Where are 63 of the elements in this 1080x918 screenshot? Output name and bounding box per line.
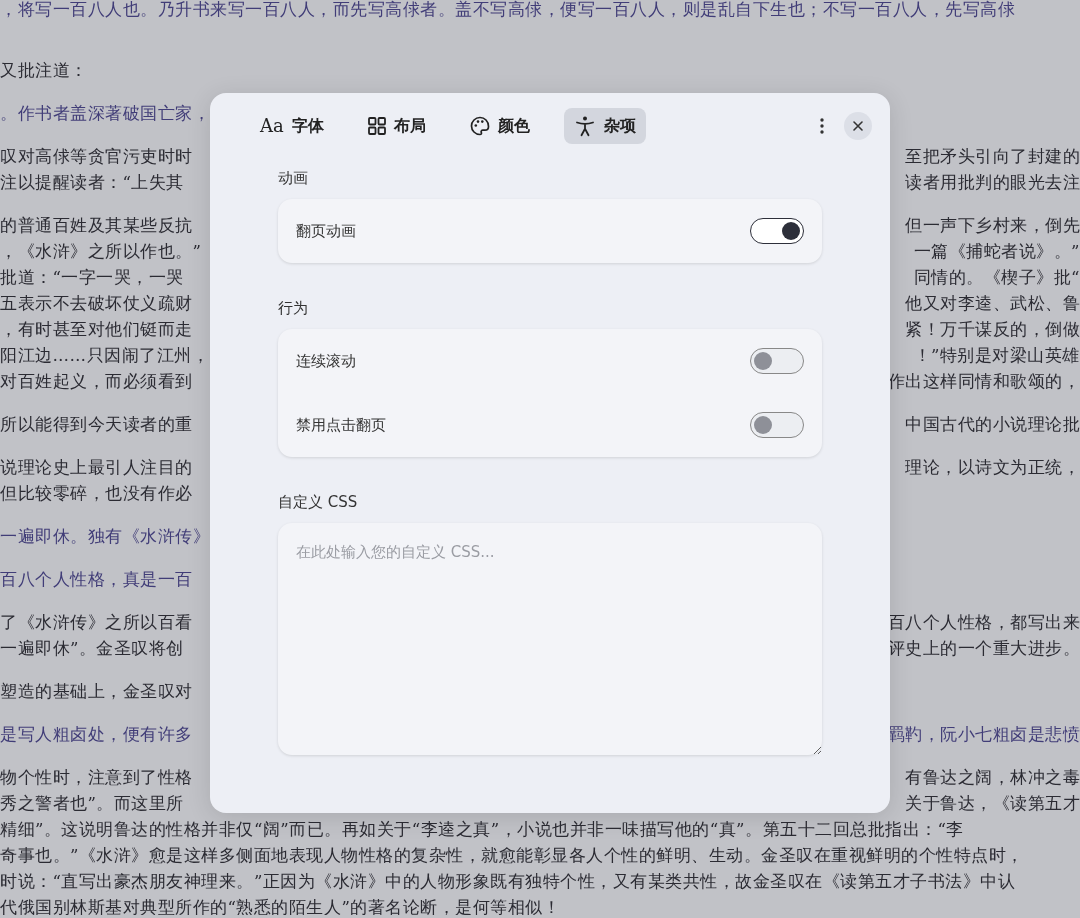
section-title: 动画 — [278, 168, 309, 189]
text-line: 评史上的一个重大进步。 — [887, 638, 1080, 660]
section-title: 自定义 CSS — [278, 492, 359, 513]
section-title: 行为 — [278, 298, 309, 319]
text-line: 的普通百姓及其某些反抗 — [0, 215, 193, 237]
text-line: 但一声下乡村来，倒先 — [905, 215, 1080, 237]
text-line: 同情的。《楔子》批“ — [913, 267, 1080, 289]
text-line: 。作书者盖深著破国亡家， — [0, 103, 210, 125]
close-icon — [852, 119, 864, 132]
text-line: 一篇《捕蛇者说》。” — [913, 241, 1080, 263]
text-line: 奇事也。”《水浒》愈是这样多侧面地表现人物性格的复杂性，就愈能彰显各人个性的鲜明、生动。金圣叹在重视鲜明的个性特点时， — [0, 845, 1024, 867]
text-line: 时说：“直写出豪杰朋友神理来。”正因为《水浒》中的人物形象既有独特个性，又有某类共性，故金圣叹在《读第五才子书法》中认 — [0, 871, 1016, 893]
setting-label: 连续滚动 — [296, 350, 356, 372]
text-line: 秀之警者也”。而这里所 — [0, 793, 184, 815]
grid-icon — [367, 116, 386, 135]
text-line: 但比较零碎，也没有作必 — [0, 483, 193, 505]
text-line: ！”特别是对梁山英雄 — [913, 345, 1080, 367]
more-options-icon — [820, 117, 824, 134]
text-line: 物个性时，注意到了性格 — [0, 767, 193, 789]
text-line: ，有时甚至对他们铤而走 — [0, 319, 193, 341]
text-line: 五表示不去破坏仗义疏财 — [0, 293, 193, 315]
text-line: 叹对高俅等贪官污吏时时 — [0, 146, 193, 168]
text-line: 又批注道： — [0, 60, 88, 82]
text-line: ，将写一百八人也。乃升书来写一百八人，而先写高俅者。盖不写高俅，便写一百八人，则是乱自下生也；不写一百八人，先写高俅 — [0, 0, 1015, 21]
text-line: 百八个人性格，真是一百 — [0, 569, 193, 591]
palette-icon — [469, 115, 490, 136]
text-line: 一遍即休。独有《水浒传》 — [0, 526, 210, 548]
text-line: 注以提醒读者：“上失其 — [0, 172, 184, 194]
text-line: 有鲁达之阔，林冲之毒 — [905, 767, 1080, 789]
tab[interactable]: 布局 — [357, 107, 436, 144]
text-line: 一遍即休”。金圣叹将创 — [0, 638, 184, 660]
text-line: 阳江边……只因闹了江州， — [0, 345, 209, 367]
toggle-switch[interactable] — [750, 348, 804, 374]
css-input-field[interactable]: 在此处输入您的自定义 CSS... — [278, 523, 822, 755]
text-line: 是写人粗卤处，便有许多 — [0, 724, 193, 746]
close-button[interactable] — [844, 111, 872, 140]
toggle-switch[interactable] — [750, 218, 804, 244]
text-line: 理论，以诗文为正统， — [905, 457, 1080, 479]
text-line: 紧！万千谋反的，倒做 — [905, 319, 1080, 341]
accessibility-icon — [573, 114, 596, 137]
text-line: 至把矛头引向了封建的 — [905, 146, 1080, 168]
tab[interactable]: 颜色 — [459, 107, 540, 144]
text-line: 读者用批判的眼光去注 — [905, 172, 1080, 194]
text-line: ，《水浒》之所以作也。” — [0, 241, 202, 263]
text-line: 了《水浒传》之所以百看 — [0, 612, 193, 634]
tab[interactable]: 杂项 — [563, 107, 646, 144]
toggle-switch[interactable] — [750, 412, 804, 438]
text-line: 批道：“一字一哭，一哭 — [0, 267, 184, 289]
text-line: 塑造的基础上，金圣叹对 — [0, 681, 193, 703]
setting-label: 禁用点击翻页 — [296, 414, 386, 436]
setting-label: 翻页动画 — [296, 220, 356, 242]
text-line: 代俄国别林斯基对典型所作的“熟悉的陌生人”的著名论断，是何等相似！ — [0, 897, 561, 915]
text-line: 关于鲁达，《读第五才 — [905, 793, 1080, 815]
text-line: 作出这样同情和歌颂的， — [887, 371, 1080, 393]
text-line: 百八个人性格，都写出来 — [887, 612, 1080, 634]
text-line: 中国古代的小说理论批 — [905, 414, 1080, 436]
text-line: 所以能得到今天读者的重 — [0, 414, 193, 436]
text-line: 他又对李逵、武松、鲁 — [905, 293, 1080, 315]
text-line: 对百姓起义，而必须看到 — [0, 371, 193, 393]
text-line: 羁靮，阮小七粗卤是悲愤 — [887, 724, 1080, 746]
text-line: 说理论史上最引人注目的 — [0, 457, 193, 479]
text-line: 精细”。这说明鲁达的性格并非仅“阔”而已。再如关于“李逵之真”，小说也并非一味描写他的“真”。第五十二回总批指出：“李 — [0, 819, 964, 841]
tab[interactable]: Aa 字体 — [250, 107, 334, 144]
